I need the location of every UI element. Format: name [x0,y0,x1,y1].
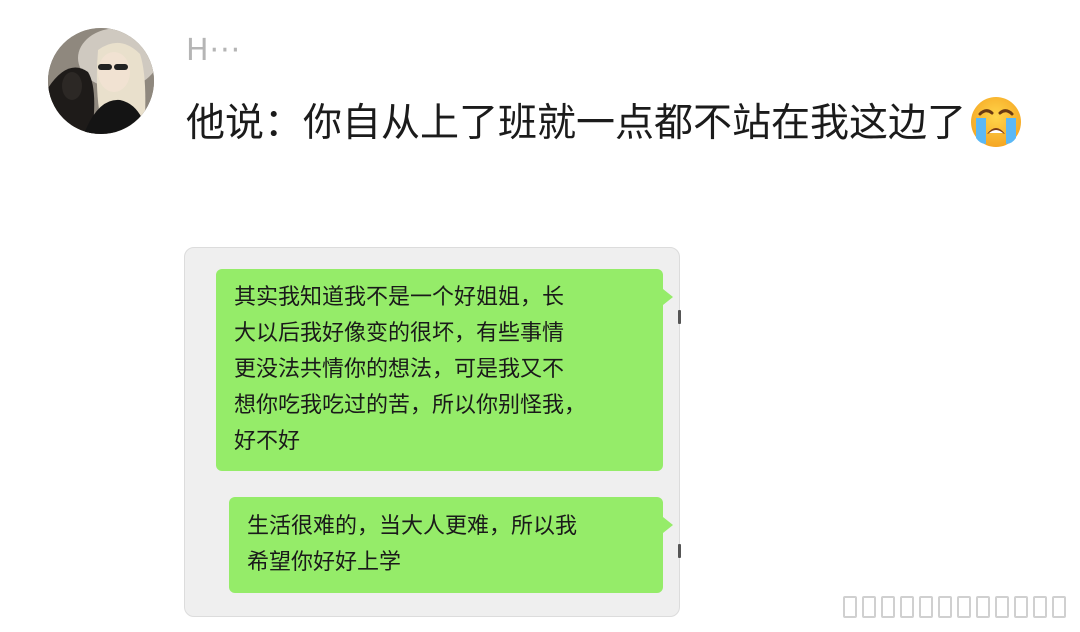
message-bubble: 生活很难的，当大人更难，所以我 希望你好好上学 [229,497,673,593]
watermark-glyph [1052,596,1066,618]
avatar-photo [48,28,154,134]
message-line: 大以后我好像变的很坏，有些事情 [234,321,565,346]
message-line: 更没法共情你的想法，可是我又不 [234,357,565,382]
post-body: 他说：你自从上了班就一点都不站在我这边了 [186,92,1046,156]
watermark-glyph [976,596,990,618]
watermark-glyph [862,596,876,618]
message-line: 想你吃我吃过的苦，所以你别怪我， [234,393,587,418]
avatar-edge-mark [678,544,681,558]
watermark-glyph [995,596,1009,618]
weibo-post: H··· 他说：你自从上了班就一点都不站在我这边了 其实我知道我不是一个好姐姐，… [0,0,1080,632]
chat-screenshot: 其实我知道我不是一个好姐姐，长 大以后我好像变的很坏，有些事情 更没法共情你的想法，… [184,247,681,617]
watermark-glyph [900,596,914,618]
watermark-glyph [919,596,933,618]
message-line: 好不好 [234,429,301,454]
message-line: 生活很难的，当大人更难，所以我 [247,514,578,539]
loudly-crying-face-icon [968,94,1024,150]
author-name[interactable]: H··· [186,36,241,66]
avatar[interactable] [48,28,154,134]
message-bubble: 其实我知道我不是一个好姐姐，长 大以后我好像变的很坏，有些事情 更没法共情你的想法，… [216,269,673,471]
message-line: 其实我知道我不是一个好姐姐，长 [234,285,565,310]
message-line: 希望你好好上学 [247,550,402,575]
watermark-glyph [881,596,895,618]
post-text: 他说：你自从上了班就一点都不站在我这边了 [186,101,967,146]
watermark-glyph [938,596,952,618]
watermark-glyph [957,596,971,618]
watermark-glyph [1033,596,1047,618]
watermark-glyph [1014,596,1028,618]
image-count-watermark [843,596,1066,618]
avatar-edge-mark [678,310,681,324]
watermark-glyph [843,596,857,618]
